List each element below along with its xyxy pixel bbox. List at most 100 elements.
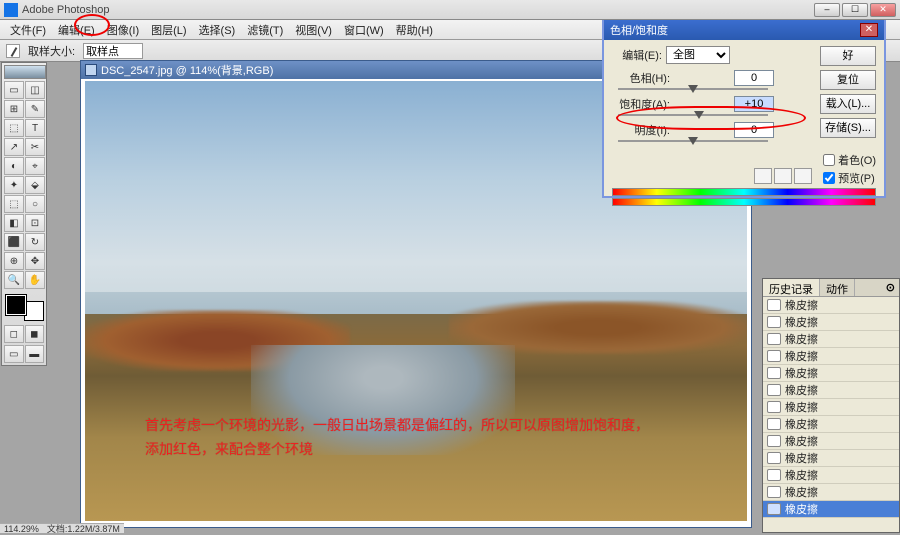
history-item[interactable]: 橡皮擦 <box>763 484 899 501</box>
tool-13[interactable]: ○ <box>25 195 45 213</box>
menu-layer[interactable]: 图层(L) <box>145 20 192 40</box>
history-item[interactable]: 橡皮擦 <box>763 433 899 450</box>
history-item[interactable]: 橡皮擦 <box>763 365 899 382</box>
tool-10[interactable]: ✦ <box>4 176 24 194</box>
tool-2[interactable]: ⊞ <box>4 100 24 118</box>
eraser-icon <box>767 452 781 464</box>
tool-11[interactable]: ⬙ <box>25 176 45 194</box>
tool-19[interactable]: ✥ <box>25 252 45 270</box>
tool-6[interactable]: ↗ <box>4 138 24 156</box>
doc-size: 文档:1.22M/3.87M <box>47 522 120 535</box>
load-button[interactable]: 载入(L)... <box>820 94 876 114</box>
tool-20[interactable]: 🔍 <box>4 271 24 289</box>
hue-slider[interactable] <box>618 88 768 90</box>
minimize-button[interactable]: – <box>814 3 840 17</box>
tool-16[interactable]: ⬛ <box>4 233 24 251</box>
tool-17[interactable]: ↻ <box>25 233 45 251</box>
edit-select[interactable]: 全图 <box>666 46 730 64</box>
tool-14[interactable]: ◧ <box>4 214 24 232</box>
tool-21[interactable]: ✋ <box>25 271 45 289</box>
eraser-icon <box>767 418 781 430</box>
colorize-checkbox[interactable]: 着色(O) <box>823 152 876 168</box>
color-swatches[interactable] <box>4 293 46 323</box>
lightness-slider[interactable] <box>618 140 768 142</box>
standard-mode[interactable]: ◻ <box>4 325 24 343</box>
history-item[interactable]: 橡皮擦 <box>763 297 899 314</box>
tool-4[interactable]: ⬚ <box>4 119 24 137</box>
eraser-icon <box>767 486 781 498</box>
eraser-icon <box>767 401 781 413</box>
maximize-button[interactable]: ☐ <box>842 3 868 17</box>
tool-7[interactable]: ✂ <box>25 138 45 156</box>
saturation-slider[interactable] <box>618 114 768 116</box>
eraser-icon <box>767 367 781 379</box>
menu-image[interactable]: 图像(I) <box>101 20 145 40</box>
lightness-label: 明度(I): <box>612 122 670 138</box>
eyedropper-set[interactable] <box>754 168 772 184</box>
sample-size-label: 取样大小: <box>28 43 75 59</box>
close-button[interactable]: ✕ <box>870 3 896 17</box>
ok-button[interactable]: 好 <box>820 46 876 66</box>
tool-15[interactable]: ⊡ <box>25 214 45 232</box>
eraser-icon <box>767 469 781 481</box>
tool-3[interactable]: ✎ <box>25 100 45 118</box>
history-item[interactable]: 橡皮擦 <box>763 348 899 365</box>
panel-menu-icon[interactable]: ⊙ <box>882 279 899 296</box>
document-title: DSC_2547.jpg @ 114%(背景,RGB) <box>101 62 273 78</box>
tool-0[interactable]: ▭ <box>4 81 24 99</box>
eraser-icon <box>767 299 781 311</box>
quickmask-mode[interactable]: ◼ <box>25 325 45 343</box>
foreground-color[interactable] <box>6 295 26 315</box>
screen-mode-2[interactable]: ▬ <box>25 345 45 363</box>
tool-8[interactable]: ◐ <box>4 157 24 175</box>
menu-select[interactable]: 选择(S) <box>193 20 242 40</box>
history-item[interactable]: 橡皮擦 <box>763 314 899 331</box>
tool-9[interactable]: ⌖ <box>25 157 45 175</box>
background-color[interactable] <box>24 301 44 321</box>
hue-input[interactable] <box>734 70 774 86</box>
history-item[interactable]: 橡皮擦 <box>763 399 899 416</box>
menu-help[interactable]: 帮助(H) <box>390 20 439 40</box>
sample-size-select[interactable] <box>83 43 143 59</box>
eraser-icon <box>767 350 781 362</box>
lightness-input[interactable] <box>734 122 774 138</box>
eraser-icon <box>767 503 781 515</box>
saturation-input[interactable] <box>734 96 774 112</box>
menu-edit[interactable]: 编辑(E) <box>52 20 101 40</box>
tab-actions[interactable]: 动作 <box>820 279 855 296</box>
history-item[interactable]: 橡皮擦 <box>763 416 899 433</box>
tool-5[interactable]: T <box>25 119 45 137</box>
spectrum-bars <box>612 188 876 208</box>
reset-button[interactable]: 复位 <box>820 70 876 90</box>
hue-saturation-dialog: 色相/饱和度 ✕ 编辑(E): 全图 色相(H): 饱和度(A): <box>602 20 886 198</box>
preview-checkbox[interactable]: 预览(P) <box>823 170 876 186</box>
eyedropper-sub[interactable] <box>794 168 812 184</box>
menu-window[interactable]: 窗口(W) <box>338 20 390 40</box>
dialog-close-button[interactable]: ✕ <box>860 23 878 37</box>
history-item[interactable]: 橡皮擦 <box>763 467 899 484</box>
zoom-level[interactable]: 114.29% <box>4 524 39 534</box>
save-button[interactable]: 存储(S)... <box>820 118 876 138</box>
screen-mode-1[interactable]: ▭ <box>4 345 24 363</box>
history-item[interactable]: 橡皮擦 <box>763 382 899 399</box>
toolbox: ▭◫⊞✎⬚T↗✂◐⌖✦⬙⬚○◧⊡⬛↻⊕✥🔍✋ ◻ ◼ ▭ ▬ <box>1 62 47 366</box>
tool-12[interactable]: ⬚ <box>4 195 24 213</box>
history-item[interactable]: 橡皮擦 <box>763 450 899 467</box>
eraser-icon <box>767 435 781 447</box>
menu-filter[interactable]: 滤镜(T) <box>241 20 289 40</box>
eyedropper-add[interactable] <box>774 168 792 184</box>
menu-view[interactable]: 视图(V) <box>289 20 338 40</box>
history-panel: 历史记录 动作 ⊙ 橡皮擦橡皮擦橡皮擦橡皮擦橡皮擦橡皮擦橡皮擦橡皮擦橡皮擦橡皮擦… <box>762 278 900 533</box>
annotation-text: 首先考虑一个环境的光影，一般日出场景都是偏红的，所以可以原图增加饱和度， 添加红… <box>145 413 649 461</box>
saturation-label: 饱和度(A): <box>612 96 670 112</box>
eyedropper-icon[interactable] <box>6 44 20 58</box>
menu-file[interactable]: 文件(F) <box>4 20 52 40</box>
history-item[interactable]: 橡皮擦 <box>763 501 899 518</box>
tool-18[interactable]: ⊕ <box>4 252 24 270</box>
dialog-titlebar[interactable]: 色相/饱和度 ✕ <box>604 20 884 40</box>
tool-1[interactable]: ◫ <box>25 81 45 99</box>
history-item[interactable]: 橡皮擦 <box>763 331 899 348</box>
tab-history[interactable]: 历史记录 <box>763 279 820 296</box>
edit-label: 编辑(E): <box>612 47 662 63</box>
dialog-title: 色相/饱和度 <box>610 22 668 38</box>
